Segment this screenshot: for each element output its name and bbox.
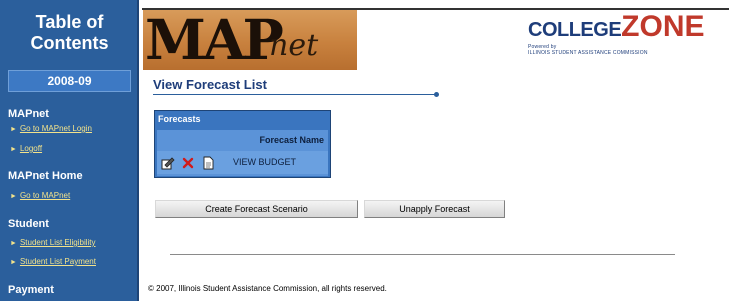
sidebar-link-label: Go to MAPnet Login [19,124,92,133]
sidebar-link-student-list-payment[interactable]: ► Student List Payment [10,257,96,266]
arrow-right-icon: ► [10,126,17,133]
sidebar-link-mapnet-login[interactable]: ► Go to MAPnet Login [10,124,92,133]
sidebar-heading-student: Student [8,218,49,230]
sidebar-heading-mapnet: MAPnet [8,108,49,120]
forecast-panel-title: Forecasts [158,114,201,124]
create-forecast-scenario-button[interactable]: Create Forecast Scenario [155,200,358,218]
year-badge: 2008-09 [8,70,131,92]
forecast-table: Forecast Name VIEW BUDGET [157,130,328,176]
logo-text-map: MAP [145,10,284,70]
page-title: View Forecast List [153,77,267,92]
arrow-right-icon: ► [10,146,17,153]
forecast-panel: Forecasts Forecast Name VIEW BUDGET [154,110,331,178]
edit-icon[interactable] [161,156,175,170]
toc-title: Table of Contents [30,12,109,53]
collegezone-wordmark: COLLEGEZONE [528,12,708,43]
sidebar-heading-payment: Payment [8,284,54,296]
title-underline [153,94,438,95]
title-dot [434,92,439,97]
mapnet-logo: MAP net [143,10,357,70]
sidebar-link-logoff[interactable]: ► Logoff [10,144,42,153]
logo-text-net: net [269,28,319,63]
sidebar-link-label: Logoff [19,144,43,153]
sidebar-link-label: Student List Eligibility [19,238,96,247]
document-icon[interactable] [201,156,215,170]
collegezone-isac: ILLINOIS STUDENT ASSISTANCE COMMISSION [528,50,648,56]
table-row: VIEW BUDGET [157,151,328,174]
footer-divider [170,254,675,255]
forecast-name[interactable]: VIEW BUDGET [233,157,296,167]
sidebar-link-go-to-mapnet[interactable]: ► Go to MAPnet [10,191,70,200]
copyright-text: © 2007, Illinois Student Assistance Comm… [148,284,387,293]
delete-icon[interactable] [181,156,195,170]
arrow-right-icon: ► [10,240,17,247]
arrow-right-icon: ► [10,193,17,200]
collegezone-tagline: Powered by ILLINOIS STUDENT ASSISTANCE CO… [528,44,708,56]
sidebar-link-label: Go to MAPnet [19,191,71,200]
collegezone-college: COLLEGE [528,19,622,41]
unapply-forecast-button[interactable]: Unapply Forecast [364,200,505,218]
collegezone-zone: ZONE [621,10,705,43]
sidebar-link-student-list-eligibility[interactable]: ► Student List Eligibility [10,238,96,247]
column-header-forecast-name: Forecast Name [259,135,324,145]
collegezone-logo: COLLEGEZONE Powered by ILLINOIS STUDENT A… [528,12,708,64]
arrow-right-icon: ► [10,259,17,266]
sidebar-heading-mapnet-home: MAPnet Home [8,170,83,182]
sidebar-link-label: Student List Payment [19,257,96,266]
sidebar: Table of Contents 2008-09 MAPnet ► Go to … [0,0,139,301]
